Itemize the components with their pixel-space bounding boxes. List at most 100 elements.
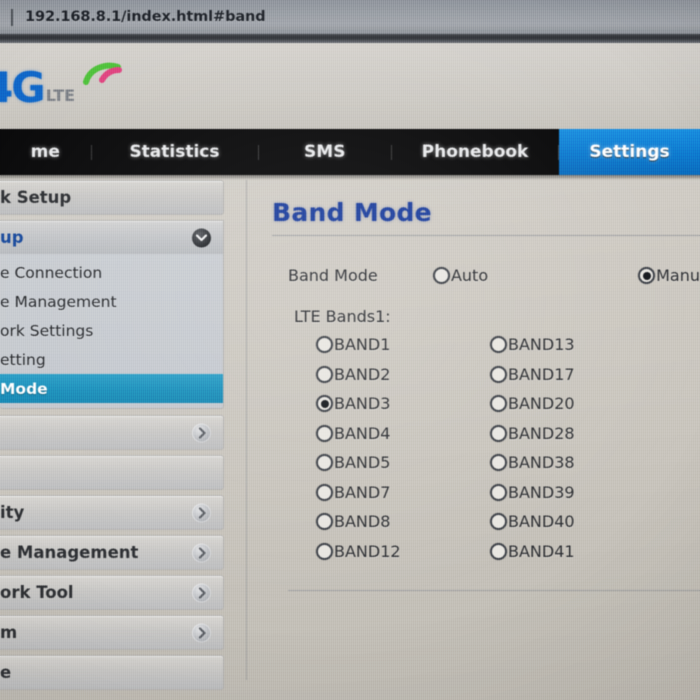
page-title: Band Mode bbox=[272, 198, 432, 227]
lte-bands-left-column[interactable]: BAND1 BAND2 BAND3 BAND4 BAND5 BAND7 BAND8 BAND1… bbox=[316, 330, 401, 566]
band-row: BAND5 bbox=[316, 448, 401, 478]
main-nav[interactable]: me Statistics SMS Phonebook Settings bbox=[0, 129, 700, 175]
radio-label: BAND39 bbox=[508, 482, 575, 502]
radio-band38[interactable]: BAND38 bbox=[490, 453, 575, 472]
content-panel: Band Mode Band Mode Auto Manu LTE Bands1… bbox=[258, 180, 700, 591]
band-row: BAND41 bbox=[490, 537, 575, 567]
radio-band5[interactable]: BAND5 bbox=[316, 453, 390, 472]
band-row: BAND38 bbox=[490, 448, 575, 478]
sidebar-section-k-setup[interactable]: k Setup bbox=[0, 180, 224, 215]
nav-tab-sms[interactable]: SMS bbox=[258, 129, 391, 175]
nav-tab-statistics[interactable]: Statistics bbox=[91, 129, 257, 175]
sidebar-section-section[interactable] bbox=[0, 415, 224, 450]
radio-label: Auto bbox=[450, 266, 489, 285]
sidebar-section-label: e Management bbox=[0, 543, 139, 562]
sidebar-item-mode[interactable]: Mode bbox=[0, 374, 223, 403]
footer-divider bbox=[288, 590, 700, 591]
band-mode-row: Band Mode Auto Manu bbox=[258, 236, 700, 285]
sidebar-section-e-management[interactable]: e Management bbox=[0, 535, 224, 570]
sidebar-item-label: Mode bbox=[0, 379, 48, 398]
sidebar-section-section[interactable] bbox=[0, 455, 224, 490]
band-row: BAND20 bbox=[490, 389, 575, 419]
sidebar-section-label: ity bbox=[0, 503, 25, 522]
sidebar-divider bbox=[246, 180, 247, 680]
sidebar-section-ork-tool[interactable]: ork Tool bbox=[0, 575, 224, 610]
screenshot-root: 192.168.8.1/index.html#band 4G LTE meSta… bbox=[0, 0, 700, 700]
lte-bands-label: LTE Bands1: bbox=[294, 307, 391, 326]
radio-band20[interactable]: BAND20 bbox=[490, 394, 575, 413]
nav-tab-settings[interactable]: Settings bbox=[559, 129, 700, 175]
lte-bands-right-column[interactable]: BAND13 BAND17 BAND20 BAND28 BAND38 BAND39 BAND… bbox=[490, 330, 575, 566]
radio-band2[interactable]: BAND2 bbox=[316, 365, 390, 384]
sidebar-item-etting[interactable]: etting bbox=[0, 345, 223, 374]
radio-band-mode-manual[interactable]: Manu bbox=[638, 266, 700, 285]
radio-band17[interactable]: BAND17 bbox=[490, 365, 575, 384]
radio-label: BAND8 bbox=[334, 512, 391, 532]
band-row: BAND2 bbox=[316, 360, 401, 390]
radio-band41[interactable]: BAND41 bbox=[490, 542, 575, 561]
chevron-right-icon[interactable] bbox=[192, 423, 211, 442]
radio-label: BAND17 bbox=[508, 364, 575, 384]
radio-band12[interactable]: BAND12 bbox=[316, 542, 401, 561]
radio-dot-icon bbox=[490, 483, 507, 501]
nav-separator bbox=[257, 144, 259, 160]
radio-dot-icon bbox=[316, 424, 333, 442]
band-row: BAND1 bbox=[316, 330, 401, 360]
nav-tab-me[interactable]: me bbox=[0, 129, 91, 175]
sidebar-section-up[interactable]: up bbox=[0, 220, 224, 254]
radio-label: BAND4 bbox=[334, 423, 391, 443]
radio-band4[interactable]: BAND4 bbox=[316, 424, 390, 443]
radio-label: BAND13 bbox=[508, 335, 575, 355]
sidebar-item-label: e Connection bbox=[0, 263, 103, 282]
radio-band40[interactable]: BAND40 bbox=[490, 512, 575, 531]
chevron-right-icon[interactable] bbox=[192, 503, 211, 522]
radio-dot-icon bbox=[316, 365, 333, 383]
radio-label: BAND41 bbox=[508, 541, 575, 561]
band-row: BAND39 bbox=[490, 478, 575, 508]
sidebar-section-label: k Setup bbox=[0, 188, 72, 207]
sidebar-item-e-connection[interactable]: e Connection bbox=[0, 258, 223, 287]
radio-label: BAND5 bbox=[334, 453, 391, 473]
band-row: BAND17 bbox=[490, 360, 575, 390]
sidebar-section-items: e Connection e Management ork Settings etti… bbox=[0, 254, 224, 409]
radio-band8[interactable]: BAND8 bbox=[316, 512, 390, 531]
browser-url-bar[interactable]: 192.168.8.1/index.html#band bbox=[0, 0, 700, 34]
radio-band28[interactable]: BAND28 bbox=[490, 424, 575, 443]
sidebar[interactable]: k Setup up e Connection e Management ork Set… bbox=[0, 180, 224, 695]
sidebar-section-ity[interactable]: ity bbox=[0, 495, 224, 530]
radio-label: BAND7 bbox=[334, 482, 391, 502]
sidebar-item-e-management[interactable]: e Management bbox=[0, 287, 223, 316]
sidebar-section-label: ork Tool bbox=[0, 583, 74, 602]
chevron-right-icon[interactable] bbox=[192, 623, 211, 642]
chevron-right-icon[interactable] bbox=[192, 543, 211, 562]
band-row: BAND3 bbox=[316, 389, 401, 419]
sidebar-item-ork-settings[interactable]: ork Settings bbox=[0, 316, 223, 345]
nav-tab-phonebook[interactable]: Phonebook bbox=[392, 129, 558, 175]
radio-dot-icon bbox=[316, 542, 333, 560]
radio-band39[interactable]: BAND39 bbox=[490, 483, 575, 502]
radio-band-mode-auto[interactable]: Auto bbox=[432, 266, 489, 285]
radio-dot-icon bbox=[638, 267, 656, 284]
radio-band1[interactable]: BAND1 bbox=[316, 335, 390, 354]
radio-label: BAND40 bbox=[508, 512, 575, 532]
radio-dot-icon bbox=[490, 513, 507, 531]
radio-label: BAND1 bbox=[334, 335, 391, 355]
url-text: 192.168.8.1/index.html#band bbox=[25, 9, 266, 25]
nav-tab-label: SMS bbox=[304, 142, 346, 162]
band-row: BAND7 bbox=[316, 478, 401, 508]
radio-band3[interactable]: BAND3 bbox=[316, 394, 390, 413]
radio-band7[interactable]: BAND7 bbox=[316, 483, 390, 502]
radio-label: BAND28 bbox=[508, 423, 575, 443]
chevron-right-icon[interactable] bbox=[192, 583, 211, 602]
nav-separator bbox=[391, 144, 392, 160]
chevron-down-icon[interactable] bbox=[192, 228, 211, 247]
radio-band13[interactable]: BAND13 bbox=[490, 335, 575, 354]
radio-dot-icon bbox=[490, 454, 507, 472]
radio-dot-icon bbox=[490, 542, 507, 560]
sidebar-section-label: m bbox=[0, 623, 18, 642]
sidebar-section-m[interactable]: m bbox=[0, 615, 224, 650]
radio-dot-icon bbox=[316, 483, 333, 501]
sidebar-section-e[interactable]: e bbox=[0, 655, 224, 690]
radio-dot-icon bbox=[316, 336, 333, 354]
radio-dot-icon bbox=[316, 395, 333, 413]
